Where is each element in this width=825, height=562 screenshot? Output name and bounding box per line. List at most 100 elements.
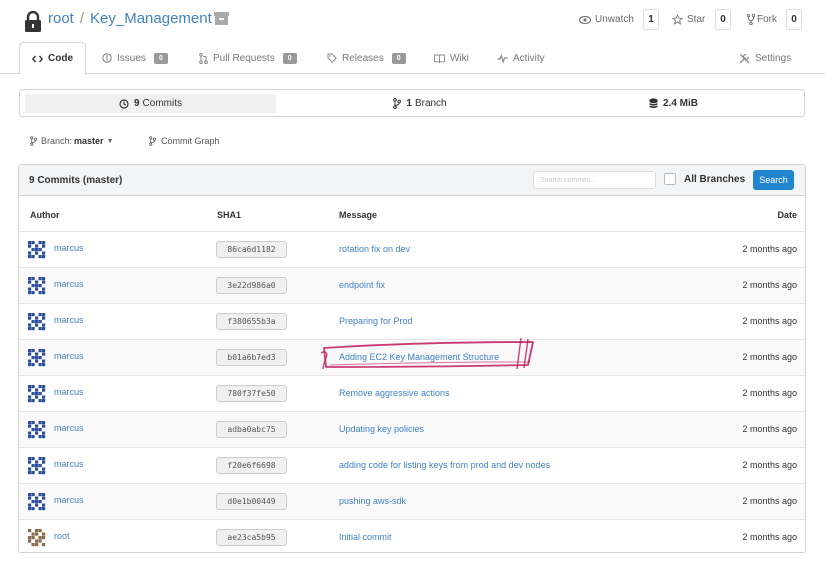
commit-message[interactable]: Updating key policies (339, 424, 424, 434)
commit-author[interactable]: marcus (54, 423, 84, 433)
commit-sha-button[interactable]: 86ca6d1182 (216, 241, 287, 258)
unwatch-label: Unwatch (595, 14, 634, 25)
avatar[interactable] (27, 492, 46, 511)
commit-date: 2 months ago (742, 460, 797, 470)
tab-releases[interactable]: Releases 0 (327, 42, 406, 74)
tab-activity[interactable]: Activity (497, 42, 545, 74)
commit-author[interactable]: marcus (54, 495, 84, 505)
commit-sha-button[interactable]: 3e22d986a0 (216, 277, 287, 294)
commit-author[interactable]: marcus (54, 459, 84, 469)
commits-table: 9 Commits (master) All Branches Search A… (18, 164, 806, 553)
avatar[interactable] (27, 456, 46, 475)
tab-code[interactable]: Code (19, 42, 86, 75)
issues-count-badge: 0 (153, 52, 168, 64)
branch-stat[interactable]: 1 Branch (320, 94, 520, 113)
commit-message[interactable]: Adding EC2 Key Management Structure (339, 352, 499, 362)
commit-message[interactable]: Preparing for Prod (339, 316, 413, 326)
repo-stats-bar: 9 Commits 1 Branch 2.4 MiB (19, 89, 805, 117)
branch-selector[interactable]: Branch: master ▼ (30, 133, 114, 149)
tab-pull-requests[interactable]: Pull Requests 0 (199, 42, 297, 74)
search-button[interactable]: Search (753, 170, 794, 190)
commit-graph-link[interactable]: Commit Graph (149, 133, 220, 149)
path-separator: / (79, 10, 85, 27)
commit-date: 2 months ago (742, 316, 797, 326)
commit-sha-button[interactable]: d0e1b00449 (216, 493, 287, 510)
table-row: marcus f380655b3a Preparing for Prod 2 mont… (19, 303, 805, 339)
tab-wiki[interactable]: Wiki (434, 42, 469, 74)
table-row: marcus 3e22d986a0 endpoint fix 2 months ago (19, 267, 805, 303)
commit-message[interactable]: Initial commit (339, 532, 392, 542)
commit-date: 2 months ago (742, 352, 797, 362)
commit-sha-button[interactable]: f20e6f6698 (216, 457, 287, 474)
lock-icon (24, 10, 42, 36)
commits-stat[interactable]: 9 Commits (25, 94, 276, 113)
avatar[interactable] (27, 384, 46, 403)
repo-tabs: Code Issues 0 Pull Requests 0 Releases 0… (0, 42, 825, 75)
tab-issues[interactable]: Issues 0 (102, 42, 168, 74)
commit-author[interactable]: marcus (54, 243, 84, 253)
avatar[interactable] (27, 240, 46, 259)
tab-settings[interactable]: Settings (739, 42, 791, 74)
commit-sha-button[interactable]: adba0abc75 (216, 421, 287, 438)
avatar[interactable] (27, 420, 46, 439)
commit-sha-button[interactable]: ae23ca5b95 (216, 529, 287, 546)
watch-count[interactable]: 1 (643, 9, 659, 30)
commit-message[interactable]: endpoint fix (339, 280, 385, 290)
commits-label: Commits (142, 98, 182, 109)
commit-graph-label: Commit Graph (161, 136, 220, 146)
avatar[interactable] (27, 312, 46, 331)
unwatch-button[interactable]: Unwatch (579, 9, 634, 30)
commit-sha-button[interactable]: b01a6b7ed3 (216, 349, 287, 366)
branch-icon (30, 136, 37, 146)
branch-count: 1 (406, 98, 412, 109)
tab-issues-label: Issues (117, 52, 146, 64)
commit-sha-button[interactable]: 780f37fe50 (216, 385, 287, 402)
fork-icon (747, 14, 755, 25)
commits-table-title: 9 Commits (master) (29, 175, 123, 186)
avatar[interactable] (27, 528, 46, 547)
commit-message[interactable]: pushing aws-sdk (339, 496, 406, 506)
code-icon (32, 55, 43, 63)
branch-selector-value: master (74, 136, 104, 146)
repo-link[interactable]: Key_Management (90, 10, 212, 27)
table-row: marcus adba0abc75 Updating key policies 2 m… (19, 411, 805, 447)
commit-search-input[interactable] (533, 171, 656, 189)
commit-date: 2 months ago (742, 532, 797, 542)
commit-date: 2 months ago (742, 496, 797, 506)
eye-icon (579, 15, 591, 24)
commit-message[interactable]: rotation fix on dev (339, 244, 410, 254)
star-count[interactable]: 0 (715, 9, 731, 30)
commit-author[interactable]: marcus (54, 387, 84, 397)
table-row: marcus 780f37fe50 Remove aggressive action… (19, 375, 805, 411)
tag-icon (327, 53, 337, 63)
avatar[interactable] (27, 276, 46, 295)
commit-message[interactable]: Remove aggressive actions (339, 388, 450, 398)
commit-author[interactable]: root (54, 531, 70, 541)
all-branches-toggle[interactable]: All Branches (664, 173, 745, 185)
commit-author[interactable]: marcus (54, 315, 84, 325)
commit-message[interactable]: adding code for listing keys from prod a… (339, 460, 550, 470)
tab-releases-label: Releases (342, 52, 384, 64)
size-stat: 2.4 MiB (575, 94, 775, 113)
fork-button[interactable]: Fork (747, 9, 777, 30)
branch-label: Branch (414, 98, 447, 109)
commit-date: 2 months ago (742, 280, 797, 290)
all-branches-checkbox[interactable] (664, 173, 676, 185)
table-row: root ae23ca5b95 Initial commit 2 months ago (19, 519, 805, 552)
commit-author[interactable]: marcus (54, 279, 84, 289)
repo-title: root / Key_Management (48, 10, 212, 27)
branch-icon (393, 98, 402, 109)
commit-sha-button[interactable]: f380655b3a (216, 313, 287, 330)
star-icon (672, 14, 683, 25)
branch-icon (149, 136, 156, 146)
branch-selector-label: Branch: (41, 136, 73, 146)
owner-link[interactable]: root (48, 10, 74, 27)
commit-author[interactable]: marcus (54, 351, 84, 361)
commit-date: 2 months ago (742, 424, 797, 434)
avatar[interactable] (27, 348, 46, 367)
tools-icon (739, 53, 750, 64)
fork-count[interactable]: 0 (786, 9, 802, 30)
star-button[interactable]: Star (672, 9, 705, 30)
pull-requests-count-badge: 0 (282, 52, 297, 64)
caret-down-icon: ▼ (106, 137, 114, 145)
